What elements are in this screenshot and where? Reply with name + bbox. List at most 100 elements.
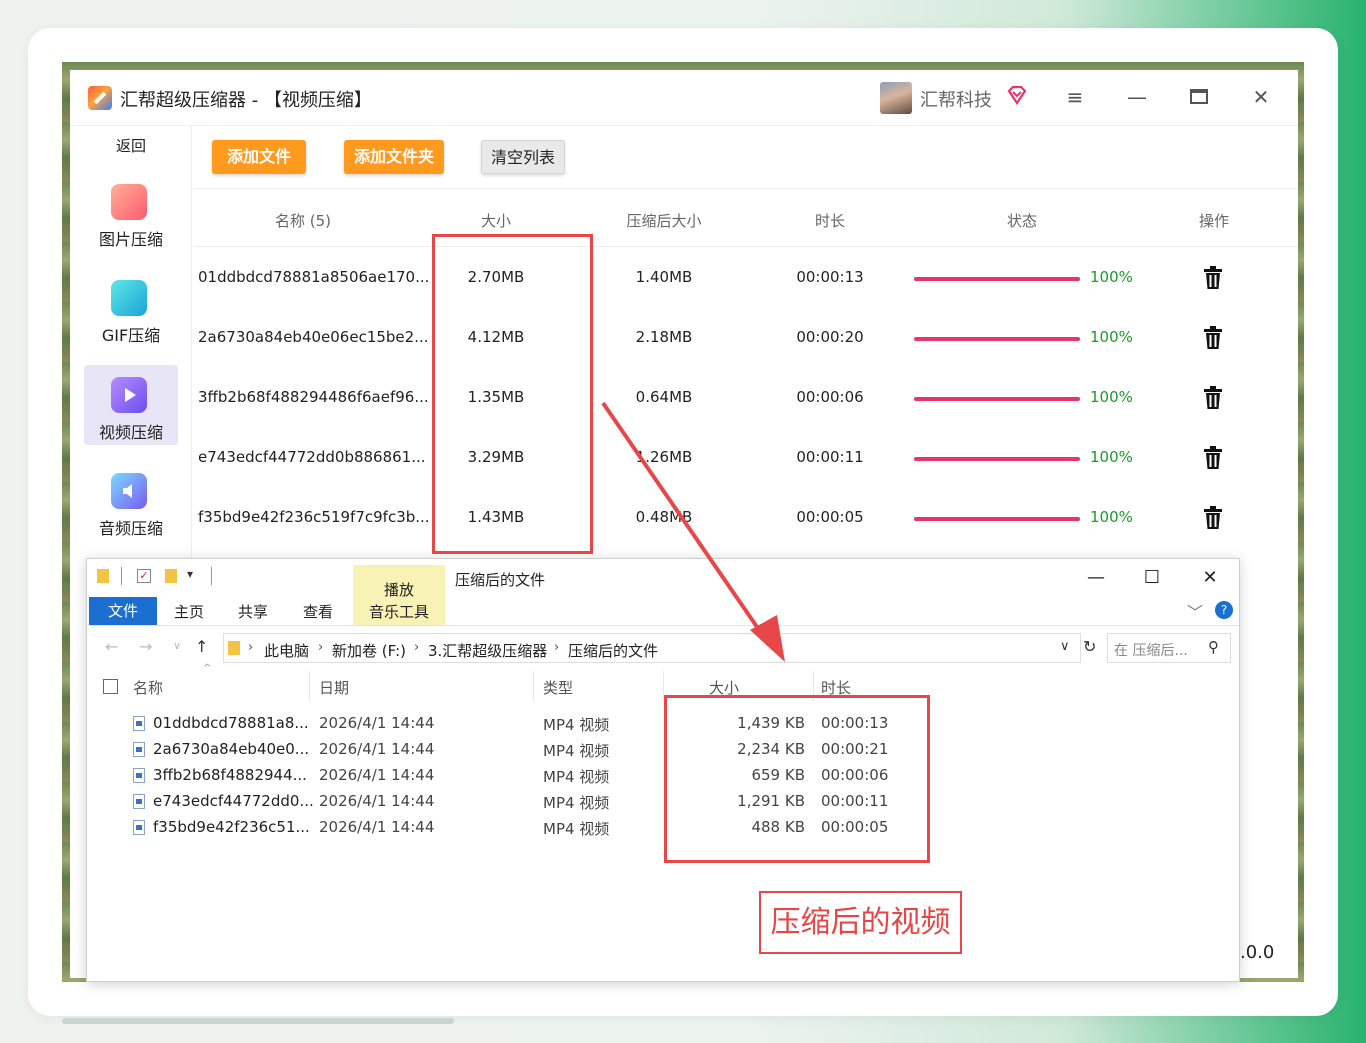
chevron-right-icon: › — [414, 640, 420, 655]
list-item[interactable]: 01ddbdcd78881a8... 2026/4/1 14:44 MP4 视频… — [87, 710, 1237, 736]
col-date-header[interactable]: 日期 — [319, 677, 349, 698]
size-highlight-box — [432, 234, 593, 554]
back-link[interactable]: 返回 — [116, 135, 146, 156]
progress-percent: 100% — [1090, 448, 1133, 466]
breadcrumb-drive[interactable]: 新加卷 (F:) — [332, 640, 406, 661]
search-input[interactable]: 在 压缩后... ⚲ — [1107, 633, 1231, 663]
sidebar-item-video[interactable]: 视频压缩 — [84, 365, 178, 445]
add-file-button[interactable]: 添加文件 — [212, 140, 306, 174]
trash-icon[interactable] — [1202, 266, 1224, 290]
duration: 00:00:20 — [796, 328, 864, 346]
list-item[interactable]: 2a6730a84eb40e0... 2026/4/1 14:44 MP4 视频… — [87, 736, 1237, 762]
sidebar-item-gif[interactable]: GIF压缩 — [84, 268, 178, 348]
breadcrumb-this-pc[interactable]: 此电脑 — [264, 640, 309, 661]
gif-compress-icon — [111, 280, 147, 316]
close-icon[interactable]: ✕ — [1193, 565, 1227, 591]
add-folder-button[interactable]: 添加文件夹 — [344, 140, 444, 174]
refresh-icon[interactable]: ↻ — [1083, 637, 1096, 656]
trash-icon[interactable] — [1202, 326, 1224, 350]
up-arrow-icon[interactable]: ↑ — [195, 637, 208, 656]
file-type: MP4 视频 — [543, 768, 610, 786]
video-file-icon — [133, 820, 145, 835]
search-icon[interactable]: ⚲ — [1208, 638, 1219, 656]
table-row: 01ddbdcd78881a8506ae170... 2.70MB 1.40MB… — [194, 248, 1298, 308]
progress-bar — [914, 457, 1080, 461]
app-logo-icon — [88, 86, 112, 110]
breadcrumb-output-folder[interactable]: 压缩后的文件 — [568, 640, 658, 661]
hamburger-icon[interactable]: ≡ — [1060, 82, 1090, 112]
tab-music-tools[interactable]: 音乐工具 — [369, 601, 429, 622]
progress-percent: 100% — [1090, 508, 1133, 526]
list-item[interactable]: e743edcf44772dd0... 2026/4/1 14:44 MP4 视… — [87, 788, 1237, 814]
folder-icon — [97, 569, 109, 583]
chevron-right-icon: › — [248, 640, 254, 655]
trash-icon[interactable] — [1202, 446, 1224, 470]
tab-view[interactable]: 查看 — [303, 601, 333, 622]
user-avatar[interactable] — [880, 82, 912, 114]
tab-file[interactable]: 文件 — [89, 597, 157, 625]
file-name: 2a6730a84eb40e0... — [153, 740, 310, 758]
sidebar-item-image[interactable]: 图片压缩 — [84, 172, 178, 252]
maximize-icon[interactable] — [1184, 82, 1214, 112]
col-name-header[interactable]: 名称 — [133, 677, 163, 698]
file-type: MP4 视频 — [543, 716, 610, 734]
back-arrow-icon[interactable]: ← — [105, 637, 118, 656]
properties-icon[interactable]: ✓ — [137, 569, 151, 583]
list-item[interactable]: 3ffb2b68f4882944... 2026/4/1 14:44 MP4 视… — [87, 762, 1237, 788]
clear-list-button[interactable]: 清空列表 — [481, 140, 565, 174]
vip-diamond-icon[interactable] — [1006, 84, 1028, 106]
quick-access-dropdown-icon[interactable]: ▾ — [187, 567, 193, 581]
address-bar[interactable]: › 此电脑 › 新加卷 (F:) › 3.汇帮超级压缩器 › 压缩后的文件 ∨ — [223, 633, 1081, 663]
divider — [211, 567, 212, 585]
forward-arrow-icon[interactable]: → — [139, 637, 152, 656]
ribbon-expand-icon[interactable]: ﹀ — [1187, 599, 1203, 623]
progress-bar — [914, 517, 1080, 521]
chevron-right-icon: › — [554, 640, 560, 655]
compressed-size: 1.26MB — [635, 448, 693, 466]
video-compress-icon — [111, 377, 147, 413]
search-placeholder: 在 压缩后... — [1114, 643, 1188, 659]
trash-icon[interactable] — [1202, 386, 1224, 410]
recent-dropdown-icon[interactable]: ∨ — [173, 639, 181, 652]
folder-icon — [228, 641, 240, 655]
list-item[interactable]: f35bd9e42f236c51... 2026/4/1 14:44 MP4 视… — [87, 814, 1237, 840]
file-name: 01ddbdcd78881a8... — [153, 714, 309, 732]
help-icon[interactable]: ? — [1215, 601, 1233, 619]
table-row: 2a6730a84eb40e06ec15be2... 4.12MB 2.18MB… — [194, 308, 1298, 368]
company-name[interactable]: 汇帮科技 — [920, 86, 992, 112]
file-explorer-window: ✓ ▾ 播放 压缩后的文件 — ☐ ✕ 文件 主页 共享 查看 音乐工具 ﹀ ?… — [86, 558, 1240, 982]
minimize-icon[interactable]: — — [1079, 565, 1113, 591]
divider — [121, 567, 122, 585]
file-type: MP4 视频 — [543, 820, 610, 838]
progress-bar — [914, 337, 1080, 341]
new-folder-icon[interactable] — [165, 569, 177, 583]
tab-home[interactable]: 主页 — [174, 601, 204, 622]
maximize-icon[interactable]: ☐ — [1135, 565, 1169, 591]
close-icon[interactable]: ✕ — [1246, 82, 1276, 112]
file-name: e743edcf44772dd0... — [153, 792, 314, 810]
compressed-size: 0.48MB — [635, 508, 693, 526]
col-type-header[interactable]: 类型 — [543, 677, 573, 698]
scroll-indicator — [62, 1018, 454, 1024]
select-all-checkbox[interactable] — [103, 679, 118, 694]
address-dropdown-icon[interactable]: ∨ — [1060, 639, 1070, 654]
minimize-icon[interactable]: — — [1122, 82, 1152, 112]
compressed-size: 0.64MB — [635, 388, 693, 406]
col-size-header: 大小 — [480, 212, 511, 230]
file-date: 2026/4/1 14:44 — [319, 740, 435, 758]
sidebar-item-label: GIF压缩 — [101, 326, 161, 345]
progress-bar — [914, 277, 1080, 281]
chevron-right-icon: › — [318, 640, 324, 655]
file-name: 01ddbdcd78881a8506ae170... — [198, 268, 430, 286]
trash-icon[interactable] — [1202, 506, 1224, 530]
sidebar-item-audio[interactable]: 音频压缩 — [84, 461, 178, 541]
breadcrumb-app-folder[interactable]: 3.汇帮超级压缩器 — [428, 640, 547, 661]
file-date: 2026/4/1 14:44 — [319, 818, 435, 836]
file-name: f35bd9e42f236c519f7c9fc3b... — [198, 508, 430, 526]
file-name: f35bd9e42f236c51... — [153, 818, 310, 836]
divider — [194, 188, 1298, 189]
sidebar-item-label: 视频压缩 — [98, 423, 163, 442]
file-date: 2026/4/1 14:44 — [319, 766, 435, 784]
divider — [533, 671, 534, 701]
tab-share[interactable]: 共享 — [238, 601, 268, 622]
